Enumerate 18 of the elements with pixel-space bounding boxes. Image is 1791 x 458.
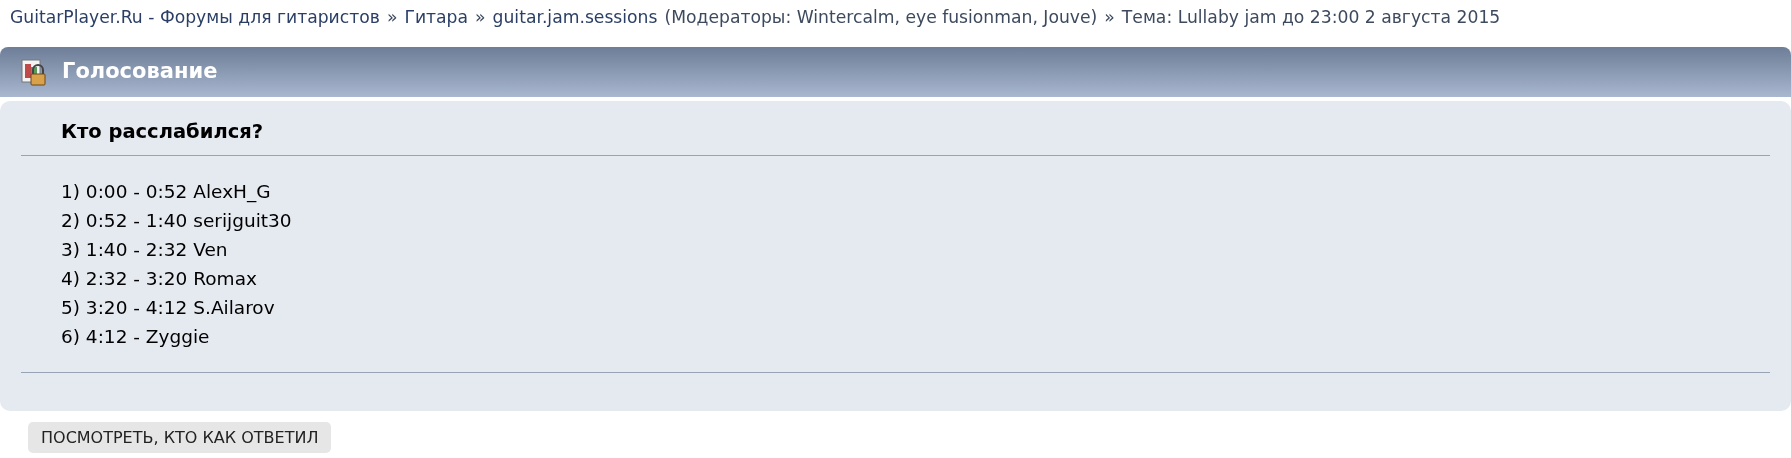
breadcrumb-text: Тема: Lullaby jam до 23:00 2 августа 2015 <box>1121 5 1501 29</box>
locked-poll-icon <box>20 58 48 86</box>
breadcrumb-text: (Модераторы: Wintercalm, eye fusionman, Jouve) <box>664 5 1098 29</box>
poll-option: 2) 0:52 - 1:40 serijguit30 <box>61 209 1770 232</box>
breadcrumb-link[interactable]: Гитара <box>404 4 469 31</box>
poll-title: Голосование <box>62 58 218 86</box>
poll-option: 6) 4:12 - Zyggie <box>61 325 1770 348</box>
poll-option: 4) 2:32 - 3:20 Romax <box>61 267 1770 290</box>
breadcrumb-link[interactable]: GuitarPlayer.Ru - Форумы для гитаристов <box>10 4 380 31</box>
breadcrumb-separator: » <box>386 5 398 29</box>
breadcrumb-link[interactable]: guitar.jam.sessions <box>492 4 658 31</box>
poll-option: 1) 0:00 - 0:52 AlexH_G <box>61 180 1770 203</box>
breadcrumb-separator: » <box>1104 5 1115 29</box>
view-results-button[interactable]: ПОСМОТРЕТЬ, КТО КАК ОТВЕТИЛ <box>28 422 332 453</box>
breadcrumb-separator: » <box>475 5 486 29</box>
poll-option: 3) 1:40 - 2:32 Ven <box>61 238 1770 261</box>
poll-question: Кто расслабился? <box>60 119 265 145</box>
poll-option: 5) 3:20 - 4:12 S.Ailarov <box>61 296 1770 319</box>
